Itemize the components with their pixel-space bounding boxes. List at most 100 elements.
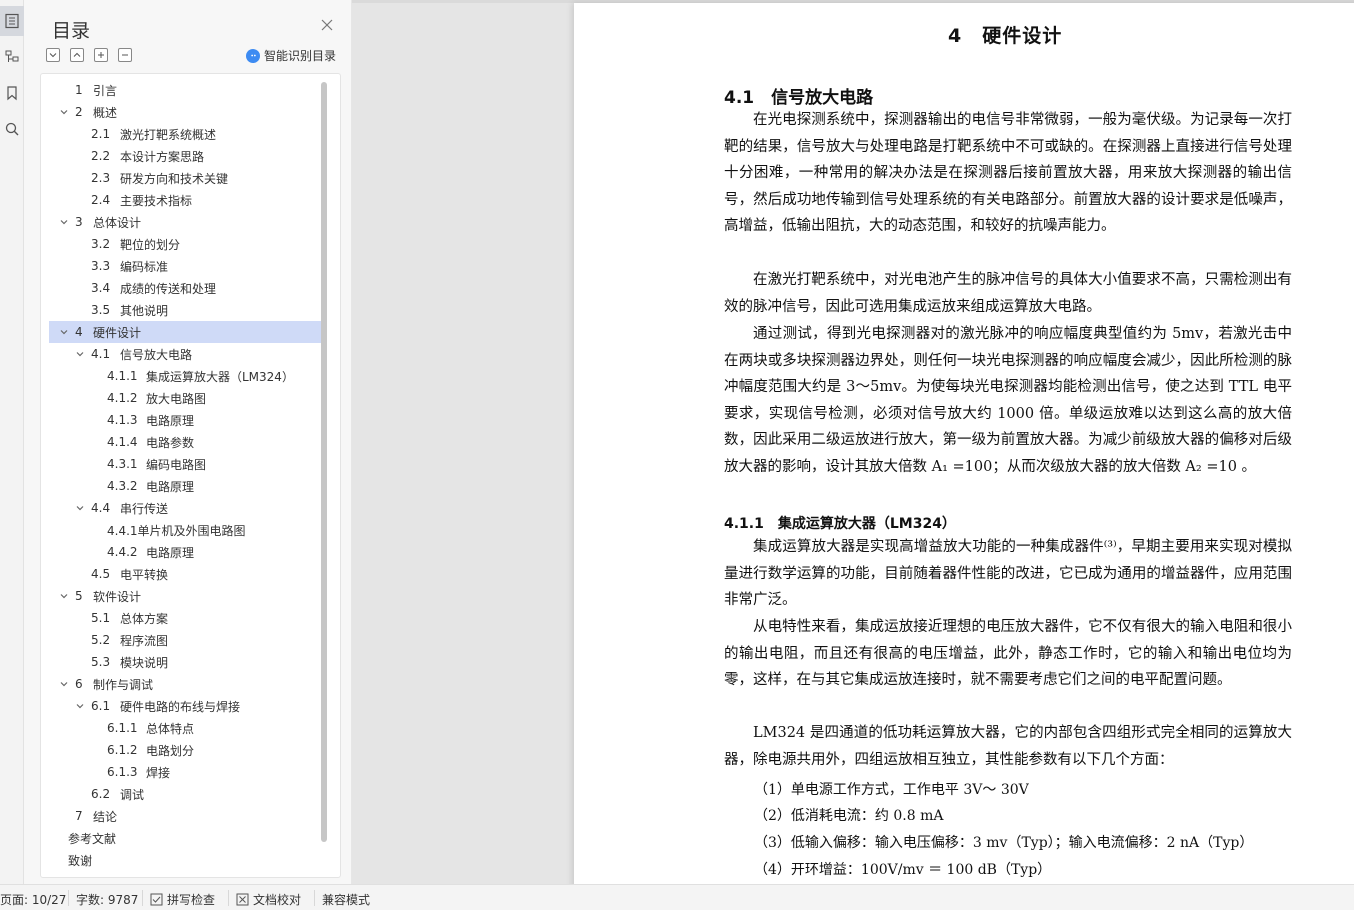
chevron-down-icon[interactable] bbox=[59, 327, 69, 337]
toc-item[interactable]: 5.3 模块说明 bbox=[49, 651, 321, 673]
toc-item[interactable]: 6.2 调试 bbox=[49, 783, 321, 805]
toc-item-label: 软件设计 bbox=[93, 589, 142, 604]
toc-item[interactable]: 4.3.2 电路原理 bbox=[49, 475, 321, 497]
toc-panel: 目录 智能识别目录 1 引言 2 概述 2.1 激光打靶系统概述 2.2 本设计方案思路 2.3… bbox=[24, 0, 352, 884]
chevron-down-icon[interactable] bbox=[59, 591, 69, 601]
add-heading-button[interactable] bbox=[94, 48, 108, 62]
toc-panel-icon[interactable] bbox=[0, 6, 24, 36]
list-item-4: （4）开环增益：100V/mv ＝ 100 dB（Typ） bbox=[754, 862, 1052, 878]
toc-item[interactable]: 3.4 成绩的传送和处理 bbox=[49, 277, 321, 299]
toc-item[interactable]: 4.1.3 电路原理 bbox=[49, 409, 321, 431]
toc-item[interactable]: 2.2 本设计方案思路 bbox=[49, 145, 321, 167]
toc-item-number: 4.1.2 bbox=[107, 391, 138, 405]
status-bar: 页面: 10/27 字数: 9787 拼写检查 文档校对 兼容模式 bbox=[0, 884, 1354, 910]
divider bbox=[314, 890, 315, 906]
toc-item-number: 3 bbox=[75, 215, 83, 229]
toc-item[interactable]: 2 概述 bbox=[49, 101, 321, 123]
divider bbox=[142, 890, 143, 906]
toc-item[interactable]: 7 结论 bbox=[49, 805, 321, 827]
list-item-1: （1）单电源工作方式，工作电平 3V～ 30V bbox=[754, 782, 1029, 798]
paragraph-2: 在激光打靶系统中，对光电池产生的脉冲信号的具体大小值要求不高，只需检测出有效的脉… bbox=[724, 272, 1292, 315]
toc-item[interactable]: 2.1 激光打靶系统概述 bbox=[49, 123, 321, 145]
toc-item-label: 主要技术指标 bbox=[120, 193, 193, 208]
toc-item[interactable]: 致谢 bbox=[49, 849, 321, 871]
expand-all-button[interactable] bbox=[46, 48, 60, 62]
doc-proof-button[interactable]: 文档校对 bbox=[236, 891, 301, 908]
toc-item-label: 靶位的划分 bbox=[120, 237, 181, 252]
toc-item[interactable]: 4.4 串行传送 bbox=[49, 497, 321, 519]
toc-item-number: 5.3 bbox=[91, 655, 111, 669]
toc-item-number: 5.2 bbox=[91, 633, 111, 647]
toc-item[interactable]: 6.1 硬件电路的布线与焊接 bbox=[49, 695, 321, 717]
toc-item-label: 总体方案 bbox=[120, 611, 169, 626]
toc-item-label: 成绩的传送和处理 bbox=[120, 281, 217, 296]
toc-item[interactable]: 3.2 靶位的划分 bbox=[49, 233, 321, 255]
spell-check-button[interactable]: 拼写检查 bbox=[150, 891, 215, 908]
toc-item[interactable]: 5.1 总体方案 bbox=[49, 607, 321, 629]
chevron-down-icon[interactable] bbox=[59, 107, 69, 117]
toc-item-label: 串行传送 bbox=[120, 501, 169, 516]
search-icon[interactable] bbox=[0, 114, 24, 144]
toc-item[interactable]: 3.5 其他说明 bbox=[49, 299, 321, 321]
toc-item[interactable]: 6.1.2 电路划分 bbox=[49, 739, 321, 761]
toc-toolbar bbox=[46, 48, 132, 62]
toc-scrollbar[interactable] bbox=[321, 82, 327, 842]
paragraph-4: 集成运算放大器是实现高增益放大功能的一种集成器件⁽³⁾，早期主要用来实现对模拟量… bbox=[724, 539, 1292, 609]
chevron-down-icon[interactable] bbox=[75, 503, 85, 513]
toc-item-number: 4.3.2 bbox=[107, 479, 138, 493]
chevron-up-icon bbox=[73, 52, 81, 57]
paragraph-3: 通过测试，得到光电探测器对的激光脉冲的响应幅度典型值约为 5mv，若激光击中在两… bbox=[724, 326, 1292, 475]
toc-item-label: 硬件设计 bbox=[93, 325, 142, 340]
bookmark-icon[interactable] bbox=[0, 78, 24, 108]
toc-item-number: 5 bbox=[75, 589, 83, 603]
page-indicator[interactable]: 页面: 10/27 bbox=[0, 891, 66, 908]
close-icon[interactable] bbox=[320, 18, 334, 32]
toc-item[interactable]: 参考文献 bbox=[49, 827, 321, 849]
toc-item[interactable]: 4.1.1 集成运算放大器（LM324） bbox=[49, 365, 321, 387]
toc-item-label: 电路划分 bbox=[146, 743, 195, 758]
toc-item[interactable]: 4.1 信号放大电路 bbox=[49, 343, 321, 365]
chevron-down-icon[interactable] bbox=[59, 679, 69, 689]
toc-item[interactable]: 4 硬件设计 bbox=[49, 321, 321, 343]
toc-item[interactable]: 6 制作与调试 bbox=[49, 673, 321, 695]
toc-item[interactable]: 3.3 编码标准 bbox=[49, 255, 321, 277]
toc-item[interactable]: 3 总体设计 bbox=[49, 211, 321, 233]
toc-item[interactable]: 4.4.1单片机及外围电路图 bbox=[49, 519, 321, 541]
chevron-down-icon[interactable] bbox=[75, 701, 85, 711]
toc-item[interactable]: 6.1.1 总体特点 bbox=[49, 717, 321, 739]
proof-icon bbox=[236, 893, 249, 906]
toc-item-label: 总体特点 bbox=[146, 721, 195, 736]
chevron-down-icon[interactable] bbox=[75, 349, 85, 359]
toc-item-number: 4.4 bbox=[91, 501, 111, 515]
toc-item[interactable]: 5.2 程序流图 bbox=[49, 629, 321, 651]
toc-item[interactable]: 4.5 电平转换 bbox=[49, 563, 321, 585]
navigation-icon[interactable] bbox=[0, 42, 24, 72]
toc-item-number: 2.2 bbox=[91, 149, 111, 163]
collapse-all-button[interactable] bbox=[70, 48, 84, 62]
toc-item[interactable]: 4.1.4 电路参数 bbox=[49, 431, 321, 453]
toc-item[interactable]: 2.4 主要技术指标 bbox=[49, 189, 321, 211]
remove-heading-button[interactable] bbox=[118, 48, 132, 62]
toc-item-label: 编码标准 bbox=[120, 259, 169, 274]
toc-item-label: 程序流图 bbox=[120, 633, 169, 648]
toc-item[interactable]: 6.1.3 焊接 bbox=[49, 761, 321, 783]
toc-item-label: 编码电路图 bbox=[146, 457, 207, 472]
toc-item[interactable]: 2.3 研发方向和技术关键 bbox=[49, 167, 321, 189]
toc-item[interactable]: 5 软件设计 bbox=[49, 585, 321, 607]
toc-item-label: 放大电路图 bbox=[146, 391, 207, 406]
toc-item-number: 4.5 bbox=[91, 567, 111, 581]
document-page: 4 硬件设计 4.1 信号放大电路 在光电探测系统中，探测器输出的电信号非常微弱… bbox=[574, 3, 1354, 884]
toc-item[interactable]: 4.3.1 编码电路图 bbox=[49, 453, 321, 475]
checkbox-icon bbox=[150, 893, 163, 906]
chevron-down-icon bbox=[49, 53, 57, 58]
word-count[interactable]: 字数: 9787 bbox=[76, 891, 138, 908]
compat-mode-label: 兼容模式 bbox=[322, 893, 371, 907]
toc-item[interactable]: 4.1.2 放大电路图 bbox=[49, 387, 321, 409]
divider bbox=[68, 890, 69, 906]
paragraph-1: 在光电探测系统中，探测器输出的电信号非常微弱，一般为毫伏级。为记录每一次打靶的结… bbox=[724, 112, 1292, 235]
toc-item[interactable]: 1 引言 bbox=[49, 79, 321, 101]
toc-item[interactable]: 4.4.2 电路原理 bbox=[49, 541, 321, 563]
toc-item-label: 致谢 bbox=[68, 853, 93, 868]
smart-toc-button[interactable]: 智能识别目录 bbox=[246, 47, 336, 64]
chevron-down-icon[interactable] bbox=[59, 217, 69, 227]
